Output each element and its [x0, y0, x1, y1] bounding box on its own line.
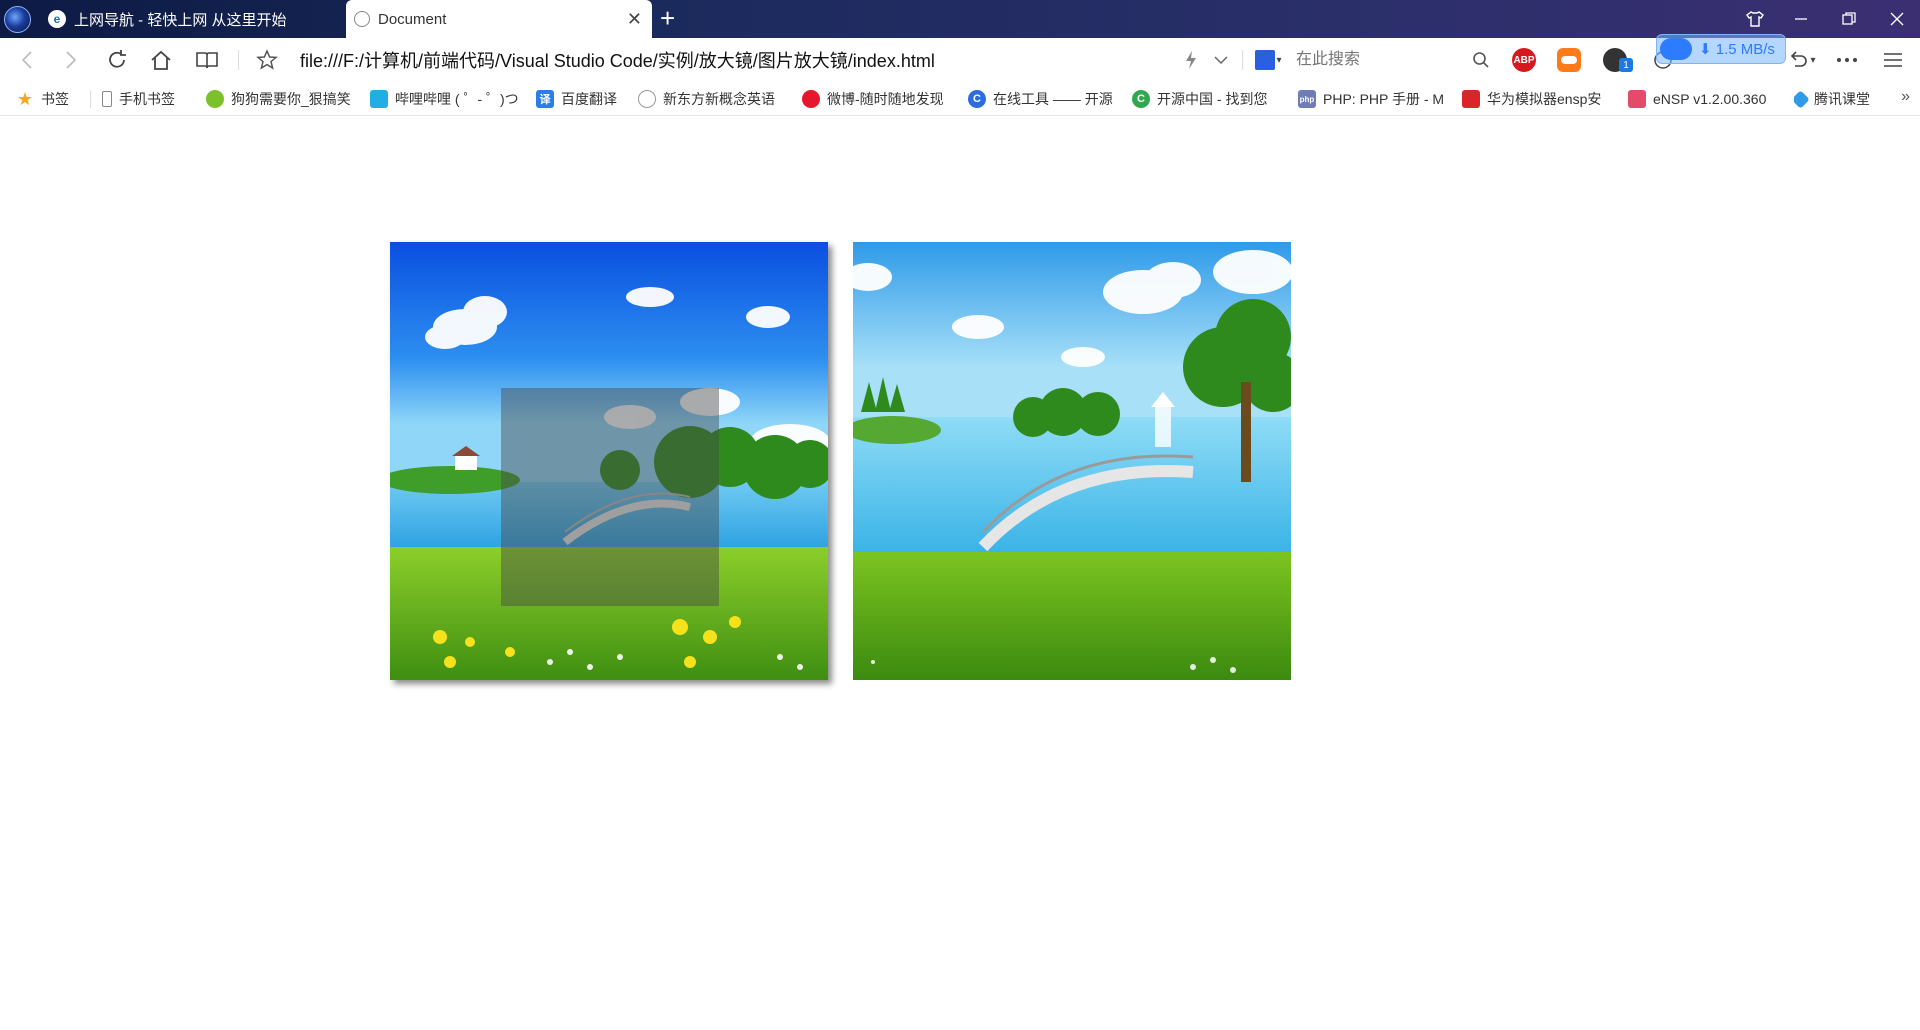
dog-icon	[206, 90, 224, 108]
bilibili-icon	[370, 90, 388, 108]
reading-mode-icon[interactable]	[192, 46, 222, 74]
forward-button[interactable]	[56, 46, 86, 74]
chevron-down-icon[interactable]	[1206, 46, 1236, 74]
address-input[interactable]	[300, 46, 1170, 74]
tab-navigation[interactable]: e 上网导航 - 轻快上网 从这里开始	[40, 0, 344, 38]
menu-icon[interactable]	[1878, 46, 1908, 74]
magnifier-source-image[interactable]	[390, 242, 828, 680]
ensp-icon	[1628, 90, 1646, 108]
close-window-button[interactable]	[1874, 0, 1920, 38]
search-input[interactable]	[1296, 46, 1456, 74]
bookmark-item[interactable]: php PHP: PHP 手册 - M	[1298, 88, 1448, 110]
bookmark-item[interactable]: 华为模拟器ensp安	[1462, 88, 1612, 110]
more-options-icon[interactable]	[1832, 46, 1862, 74]
game-controller-icon[interactable]	[1557, 48, 1581, 72]
browser-tab-bar: e 上网导航 - 轻快上网 从这里开始 Document ✕ +	[0, 0, 1920, 38]
adblock-plus-icon[interactable]: ABP	[1512, 48, 1536, 72]
close-tab-icon[interactable]: ✕	[627, 9, 642, 30]
tab-label: Document	[378, 10, 447, 28]
bookmarks-overflow-button[interactable]: »	[1901, 88, 1910, 106]
globe-icon	[638, 90, 656, 108]
tencent-class-icon	[1794, 89, 1810, 109]
reload-button[interactable]	[102, 46, 132, 74]
bookmark-item[interactable]: C 在线工具 —— 开源	[968, 88, 1114, 110]
browser-e-icon: e	[48, 10, 66, 28]
restore-button[interactable]	[1826, 0, 1872, 38]
lightning-icon[interactable]	[1176, 46, 1206, 74]
new-tab-button[interactable]: +	[660, 4, 675, 32]
bookmark-star-icon[interactable]	[252, 46, 282, 74]
globe-icon	[354, 11, 370, 27]
page-viewport	[0, 117, 1920, 1030]
back-button[interactable]	[12, 46, 42, 74]
undo-dropdown-icon[interactable]: ▾	[1806, 46, 1820, 74]
translate-icon: 译	[536, 90, 554, 108]
tab-document[interactable]: Document ✕	[346, 0, 652, 38]
notification-badge: 1	[1619, 58, 1633, 72]
magnifier-lens[interactable]	[501, 388, 719, 606]
toolbar-divider	[238, 50, 239, 70]
magnifier-zoom-view	[853, 242, 1291, 680]
bookmark-item[interactable]: ★ 书签	[16, 88, 82, 110]
bookmark-item[interactable]: 腾讯课堂	[1794, 88, 1880, 110]
bookmark-item[interactable]: 微博-随时随地发现	[802, 88, 952, 110]
bookmark-item[interactable]: 译 百度翻译	[536, 88, 636, 110]
huawei-icon	[1462, 90, 1480, 108]
oschina-icon: C	[1132, 90, 1150, 108]
bookmark-item[interactable]: 手机书签	[102, 88, 197, 110]
browser-logo-icon[interactable]	[4, 6, 31, 33]
search-icon[interactable]	[1466, 46, 1496, 74]
bookmark-item[interactable]: 哔哩哔哩 ( ゜- ゜)つ	[370, 88, 520, 110]
bookmark-item[interactable]: 新东方新概念英语	[638, 88, 786, 110]
php-icon: php	[1298, 90, 1316, 108]
phone-icon	[102, 91, 112, 107]
download-speed-text: ⬇ 1.5 MB/s	[1699, 41, 1775, 58]
tab-label: 上网导航 - 轻快上网 从这里开始	[74, 11, 287, 29]
address-toolbar: ▾ ABP 1 ▾	[0, 38, 1920, 82]
minimize-button[interactable]	[1778, 0, 1824, 38]
bookmarks-bar: ★ 书签 手机书签 狗狗需要你_狠搞笑 哔哩哔哩 ( ゜- ゜)つ 译 百度翻译…	[0, 82, 1920, 116]
cloud-download-icon[interactable]	[1660, 38, 1692, 60]
bookmark-item[interactable]: 狗狗需要你_狠搞笑	[206, 88, 354, 110]
star-icon: ★	[16, 88, 34, 109]
skin-icon[interactable]	[1732, 0, 1778, 38]
toolbar-divider	[1242, 50, 1243, 70]
home-button[interactable]	[146, 46, 176, 74]
tool-icon: C	[968, 90, 986, 108]
bookmark-divider	[90, 90, 91, 108]
bookmark-item[interactable]: eNSP v1.2.00.360	[1628, 88, 1778, 110]
landscape-zoomed-image	[853, 242, 1291, 680]
engine-dropdown-icon[interactable]: ▾	[1272, 46, 1286, 74]
bookmark-item[interactable]: C 开源中国 - 找到您	[1132, 88, 1280, 110]
weibo-icon	[802, 90, 820, 108]
